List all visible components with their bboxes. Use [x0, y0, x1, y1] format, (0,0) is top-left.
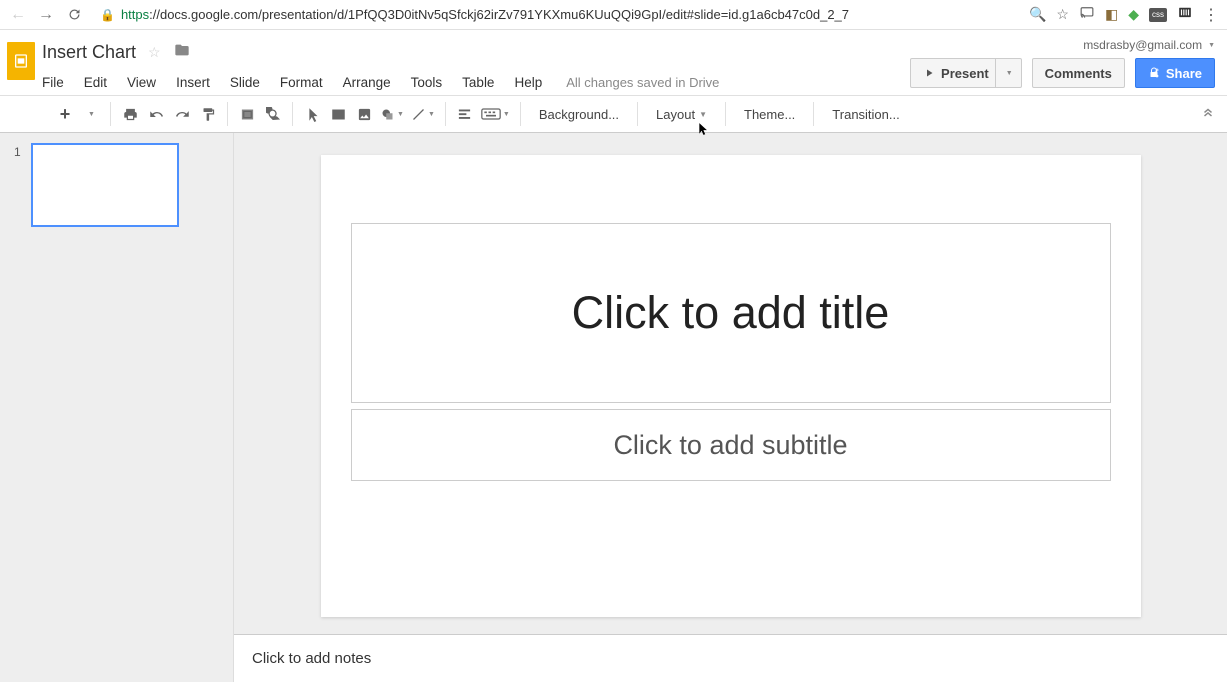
extension-icon-1[interactable]: ◧	[1105, 6, 1118, 23]
textbox-tool[interactable]	[325, 101, 351, 127]
input-tool[interactable]: ▼	[478, 101, 514, 127]
star-bookmark-icon[interactable]: ☆	[1056, 6, 1069, 23]
app-header: Insert Chart ☆ File Edit View Insert Sli…	[0, 30, 1227, 95]
menu-slide[interactable]: Slide	[220, 70, 270, 95]
doc-title[interactable]: Insert Chart	[42, 42, 136, 63]
notes-placeholder: Click to add notes	[252, 650, 371, 667]
title-placeholder: Click to add title	[572, 287, 890, 339]
present-button[interactable]: Present ▼	[910, 58, 1022, 88]
browser-menu-icon[interactable]: ⋮	[1203, 5, 1219, 25]
extension-icon-3[interactable]	[1177, 6, 1193, 23]
back-button[interactable]: ←	[8, 5, 28, 25]
subtitle-textbox[interactable]: Click to add subtitle	[351, 409, 1111, 481]
extension-icon-2[interactable]: ◆	[1128, 6, 1139, 23]
collapse-toolbar-icon[interactable]	[1201, 106, 1219, 123]
forward-button[interactable]: →	[36, 5, 56, 25]
slide-thumbnails-panel: 1	[0, 133, 234, 682]
toolbar: + ▼ ▼	[0, 95, 1227, 133]
layout-button[interactable]: Layout▼	[644, 101, 719, 127]
print-button[interactable]	[117, 101, 143, 127]
redo-button[interactable]	[169, 101, 195, 127]
save-status: All changes saved in Drive	[566, 75, 719, 90]
new-slide-button[interactable]: +	[52, 101, 78, 127]
theme-button[interactable]: Theme...	[732, 101, 807, 127]
folder-icon[interactable]	[173, 42, 191, 63]
zoom-icon[interactable]: 🔍	[1029, 6, 1046, 23]
css-extension-icon[interactable]: css	[1149, 8, 1167, 22]
new-slide-dropdown[interactable]: ▼	[78, 101, 104, 127]
zoom-button[interactable]	[260, 101, 286, 127]
image-tool[interactable]	[351, 101, 377, 127]
user-email[interactable]: msdrasby@gmail.com ▼	[1083, 38, 1215, 52]
canvas-area: Click to add title Click to add subtitle…	[234, 133, 1227, 682]
align-tool[interactable]	[452, 101, 478, 127]
undo-button[interactable]	[143, 101, 169, 127]
speaker-notes[interactable]: Click to add notes	[234, 634, 1227, 682]
comments-button[interactable]: Comments	[1032, 58, 1125, 88]
cast-icon[interactable]	[1079, 6, 1095, 23]
title-textbox[interactable]: Click to add title	[351, 223, 1111, 403]
shape-tool[interactable]: ▼	[377, 101, 408, 127]
slides-logo[interactable]	[7, 42, 35, 80]
menu-help[interactable]: Help	[504, 70, 552, 95]
background-button[interactable]: Background...	[527, 101, 631, 127]
menu-edit[interactable]: Edit	[74, 70, 117, 95]
paint-format-button[interactable]	[195, 101, 221, 127]
slide-canvas[interactable]: Click to add title Click to add subtitle	[321, 155, 1141, 617]
menu-format[interactable]: Format	[270, 70, 333, 95]
select-tool[interactable]	[299, 101, 325, 127]
present-dropdown[interactable]: ▼	[995, 59, 1021, 87]
workspace: 1 Click to add title Click to add subtit…	[0, 133, 1227, 682]
menu-insert[interactable]: Insert	[166, 70, 220, 95]
url-text: https://docs.google.com/presentation/d/1…	[121, 7, 849, 22]
menu-bar: File Edit View Insert Slide Format Arran…	[42, 70, 910, 95]
lock-icon: 🔒	[100, 8, 115, 22]
slide-thumbnail-1[interactable]	[31, 143, 179, 227]
star-icon[interactable]: ☆	[148, 44, 161, 61]
subtitle-placeholder: Click to add subtitle	[613, 430, 847, 461]
fit-button[interactable]	[234, 101, 260, 127]
menu-file[interactable]: File	[42, 70, 74, 95]
chevron-down-icon: ▼	[1208, 42, 1215, 49]
menu-view[interactable]: View	[117, 70, 166, 95]
browser-toolbar: ← → 🔒 https://docs.google.com/presentati…	[0, 0, 1227, 30]
transition-button[interactable]: Transition...	[820, 101, 911, 127]
menu-table[interactable]: Table	[452, 70, 504, 95]
menu-tools[interactable]: Tools	[401, 70, 453, 95]
address-bar[interactable]: 🔒 https://docs.google.com/presentation/d…	[92, 7, 1021, 22]
line-tool[interactable]: ▼	[408, 101, 439, 127]
reload-button[interactable]	[64, 5, 84, 25]
menu-arrange[interactable]: Arrange	[333, 70, 401, 95]
share-button[interactable]: Share	[1135, 58, 1215, 88]
slide-number: 1	[14, 143, 21, 159]
